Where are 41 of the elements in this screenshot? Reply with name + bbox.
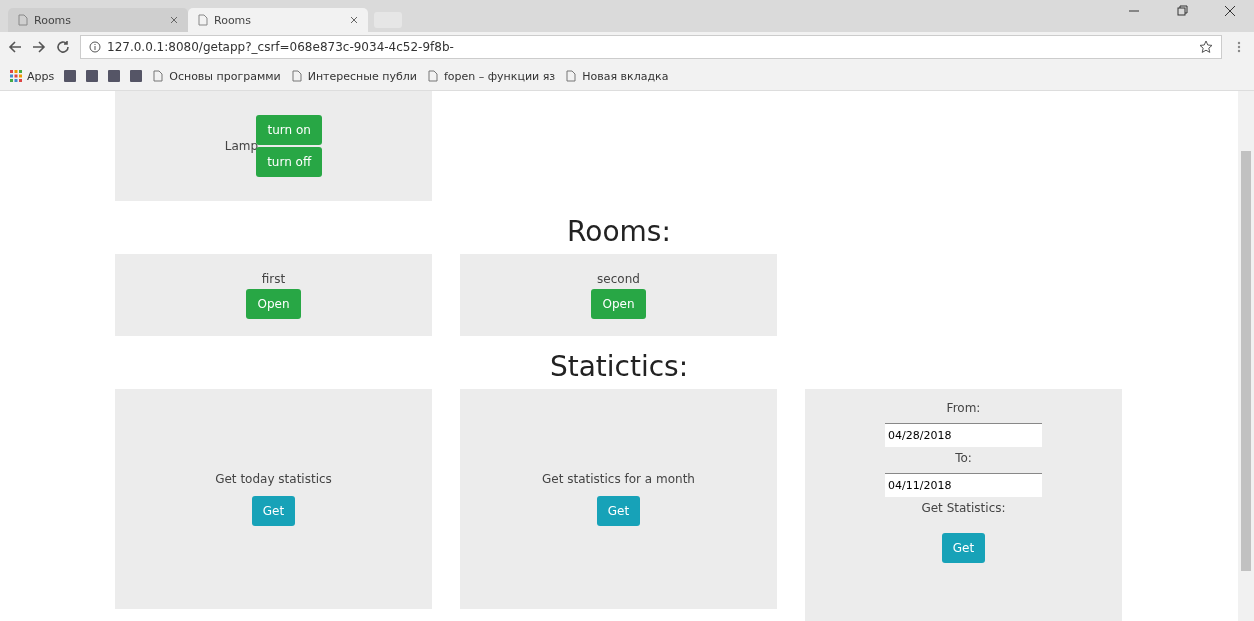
page-icon [290, 70, 303, 82]
bookmark[interactable]: Новая вкладка [565, 69, 669, 83]
bookmark-icon[interactable] [108, 70, 121, 82]
lamp-label: Lamp [224, 139, 259, 153]
room-name: second [597, 271, 640, 286]
bookmark[interactable]: fopen – функции яз [426, 69, 556, 83]
bookmark-icon[interactable] [64, 70, 77, 82]
from-label: From: [946, 401, 981, 415]
forward-icon[interactable] [32, 40, 46, 54]
page-icon [565, 70, 578, 82]
to-date-field[interactable]: 04/11/2018 [885, 473, 1042, 497]
from-date-field[interactable]: 04/28/2018 [885, 423, 1042, 447]
bookmark[interactable]: Основы программи [152, 69, 281, 83]
info-icon [89, 41, 101, 53]
to-label: To: [955, 451, 972, 465]
close-icon[interactable] [1224, 5, 1236, 17]
close-tab-icon[interactable] [350, 16, 358, 24]
page-icon [152, 70, 165, 82]
close-tab-icon[interactable] [170, 16, 178, 24]
browser-tab[interactable]: Rooms [8, 8, 188, 32]
apps-icon [10, 70, 22, 82]
reload-icon[interactable] [56, 40, 70, 54]
bookmark-icon[interactable] [86, 70, 99, 82]
page-icon [426, 70, 439, 82]
scrollbar[interactable] [1238, 91, 1254, 621]
star-icon[interactable] [1199, 40, 1213, 54]
bookmark[interactable]: Интересные публи [290, 69, 417, 83]
page-icon [18, 14, 28, 26]
restore-icon[interactable] [1176, 5, 1188, 17]
rooms-heading: Rooms: [567, 215, 671, 248]
bookmark[interactable]: Apps [10, 69, 55, 83]
browser-tab[interactable]: Rooms [188, 8, 368, 32]
address-field[interactable]: 127.0.0.1:8080/getapp?_csrf=068e873c-9034-4c52-9f8b- [80, 35, 1222, 59]
statistics-label: Get Statistics: [921, 501, 1006, 515]
statistics-label: Get statistics for a month [542, 472, 695, 486]
statistics-heading: Statictics: [549, 350, 689, 383]
statistics-label: Get today statistics [215, 472, 332, 486]
back-icon[interactable] [8, 40, 22, 54]
page-icon [198, 14, 208, 26]
room-name: first [261, 271, 286, 286]
bookmark-icon[interactable] [130, 70, 143, 82]
